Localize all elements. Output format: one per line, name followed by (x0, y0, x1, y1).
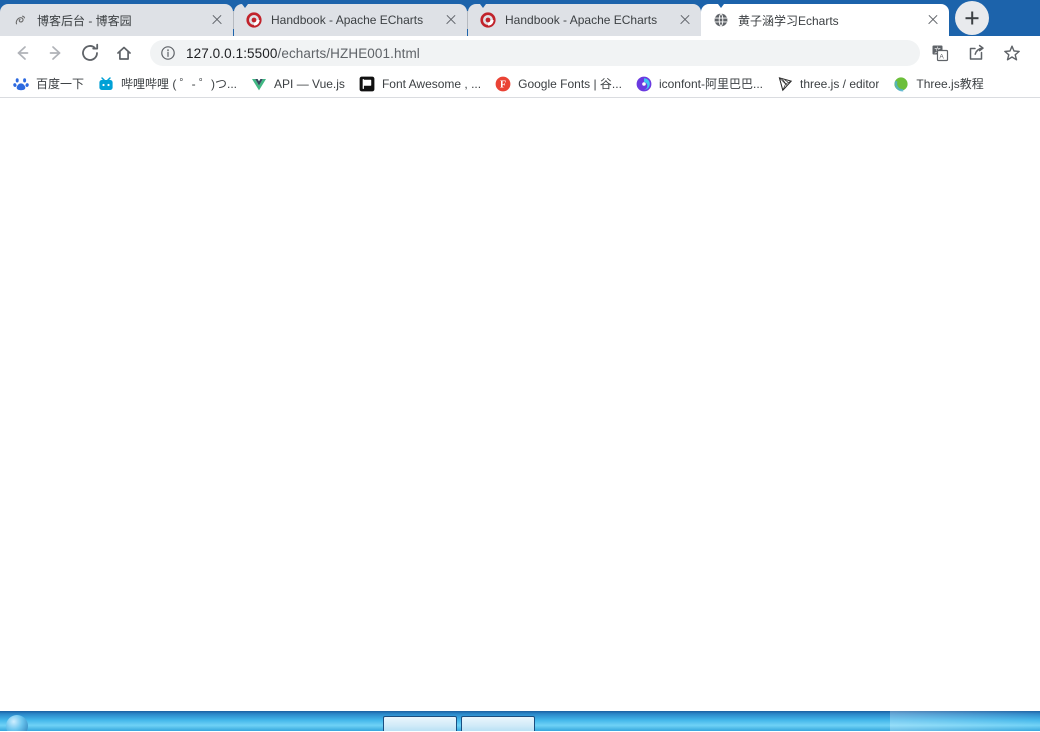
address-bar-path: /echarts/HZHE001.html (277, 45, 420, 61)
vuejs-icon (251, 76, 267, 92)
bookmark-baidu-label: 百度一下 (36, 77, 85, 91)
taskbar-button-1[interactable] (383, 716, 457, 731)
browser-tab-3[interactable]: Handbook - Apache ECharts (468, 4, 701, 36)
bookmarks-bar: 百度一下 哔哩哔哩 ( ゜- ゜)つ... API — Vue.js Font … (0, 70, 1040, 98)
bookmark-threejs-editor[interactable]: three.js / editor (770, 73, 886, 95)
browser-tab-1[interactable]: 博客后台 - 博客园 (0, 4, 233, 36)
browser-tab-4-close-icon[interactable] (921, 8, 945, 32)
threejs-icon (777, 76, 793, 92)
new-tab-button[interactable] (955, 1, 989, 35)
bookmark-threejs-editor-label: three.js / editor (799, 76, 880, 91)
globe-icon (713, 12, 729, 28)
home-icon[interactable] (110, 39, 138, 67)
browser-tab-2[interactable]: Handbook - Apache ECharts (234, 4, 467, 36)
bookmark-vuejs-label: API — Vue.js (274, 76, 345, 91)
bookmark-baidu[interactable]: 百度一下 (6, 73, 91, 95)
address-bar-host: 127.0.0.1:5500 (186, 45, 278, 61)
taskbar-tray (890, 711, 1040, 731)
browser-tab-3-title: Handbook - Apache ECharts (505, 13, 658, 27)
star-icon[interactable] (998, 39, 1026, 67)
browser-toolbar: 127.0.0.1:5500/echarts/HZHE001.html 文 A (0, 36, 1040, 70)
bookmark-threejs-tutorial[interactable]: Three.js教程 (886, 73, 990, 95)
cnblogs-icon (12, 12, 28, 28)
bookmark-vuejs[interactable]: API — Vue.js (244, 73, 352, 95)
start-button-icon[interactable] (6, 715, 28, 731)
browser-tab-3-close-icon[interactable] (673, 8, 697, 32)
translate-icon[interactable]: 文 A (926, 39, 954, 67)
browser-tab-4[interactable]: 黄子涵学习Echarts (701, 4, 949, 36)
bilibili-icon (98, 76, 114, 92)
svg-text:F: F (500, 79, 506, 90)
bookmark-googlefonts-label: Google Fonts | 谷... (518, 77, 622, 91)
bookmark-fontawesome[interactable]: Font Awesome , ... (352, 73, 488, 95)
browser-tab-1-title: 博客后台 - 博客园 (37, 13, 132, 28)
iconfont-icon (636, 76, 652, 92)
page-content (0, 98, 1040, 711)
forward-arrow-icon[interactable] (42, 39, 70, 67)
baidu-icon (13, 76, 29, 92)
bookmark-threejs-tutorial-label: Three.js教程 (916, 77, 984, 91)
address-bar[interactable]: 127.0.0.1:5500/echarts/HZHE001.html (150, 40, 920, 66)
bookmark-fontawesome-label: Font Awesome , ... (381, 76, 482, 91)
tab-notch (477, 0, 489, 8)
share-icon[interactable] (962, 39, 990, 67)
bookmark-iconfont-label: iconfont-阿里巴巴... (658, 77, 763, 91)
browser-tab-1-close-icon[interactable] (205, 8, 229, 32)
svg-text:A: A (939, 53, 944, 60)
browser-tab-strip: 博客后台 - 博客园 Handbook - Apache ECharts Han… (0, 0, 1040, 36)
windows-taskbar (0, 711, 1040, 731)
browser-tab-2-title: Handbook - Apache ECharts (271, 13, 424, 27)
browser-tab-4-title: 黄子涵学习Echarts (738, 13, 839, 28)
echarts-icon (246, 12, 262, 28)
googlefonts-icon: F (495, 76, 511, 92)
reload-icon[interactable] (76, 39, 104, 67)
bookmark-googlefonts[interactable]: F Google Fonts | 谷... (488, 73, 629, 95)
taskbar-button-2[interactable] (461, 716, 535, 731)
bookmark-iconfont[interactable]: iconfont-阿里巴巴... (629, 73, 770, 95)
tab-notch (239, 0, 251, 8)
address-bar-url: 127.0.0.1:5500/echarts/HZHE001.html (186, 46, 420, 61)
toolbar-right-actions: 文 A (922, 39, 1032, 67)
browser-tab-2-close-icon[interactable] (439, 8, 463, 32)
threejs-tutorial-icon (893, 76, 909, 92)
back-arrow-icon[interactable] (8, 39, 36, 67)
fontawesome-flag-icon (359, 76, 375, 92)
echarts-icon (480, 12, 496, 28)
bookmark-bilibili-label: 哔哩哔哩 ( ゜- ゜)つ... (121, 77, 238, 91)
bookmark-bilibili[interactable]: 哔哩哔哩 ( ゜- ゜)つ... (91, 73, 244, 95)
tab-notch (715, 0, 727, 8)
info-circle-icon[interactable] (160, 45, 176, 61)
